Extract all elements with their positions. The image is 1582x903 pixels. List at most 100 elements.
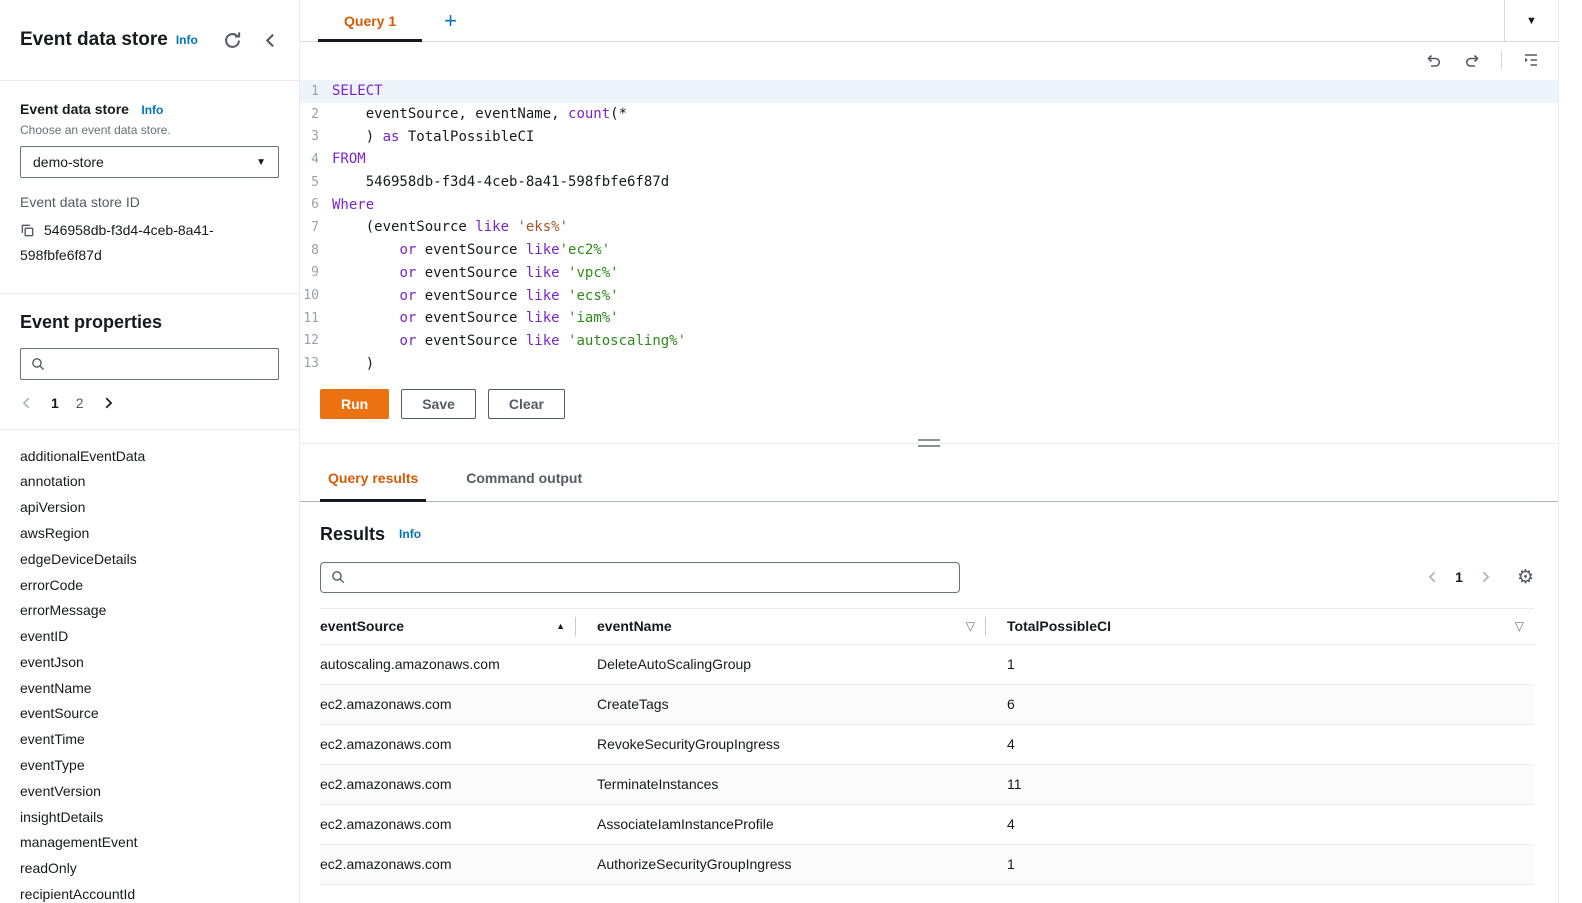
property-item[interactable]: annotation: [20, 469, 279, 495]
refresh-icon[interactable]: [223, 31, 242, 50]
property-item[interactable]: edgeDeviceDetails: [20, 546, 279, 572]
table-cell: 4: [985, 804, 1534, 845]
results-pagination-next-icon[interactable]: [1478, 570, 1492, 584]
table-cell: 4: [985, 724, 1534, 765]
collapse-panel-icon[interactable]: [262, 32, 279, 49]
editor-line[interactable]: 2 eventSource, eventName, count(*: [300, 103, 1558, 126]
property-item[interactable]: readOnly: [20, 855, 279, 881]
property-pagination: 12: [20, 395, 279, 411]
splitter-drag-handle[interactable]: [918, 438, 940, 447]
page-number[interactable]: 2: [76, 395, 84, 411]
editor-line[interactable]: 3 ) as TotalPossibleCI: [300, 125, 1558, 148]
line-number: 6: [311, 197, 319, 213]
page-title-info-link[interactable]: Info: [176, 33, 198, 47]
clear-button[interactable]: Clear: [487, 388, 565, 419]
column-header-eventsource[interactable]: eventSource ▲: [320, 607, 575, 645]
property-item[interactable]: errorMessage: [20, 597, 279, 623]
editor-line[interactable]: 6 Where: [300, 193, 1558, 216]
format-sql-icon[interactable]: [1522, 51, 1540, 69]
column-header-totalpossibleci[interactable]: TotalPossibleCI ▽: [985, 607, 1534, 645]
table-row[interactable]: ec2.amazonaws.com TerminateInstances 11: [320, 764, 1534, 805]
code-text: or eventSource like 'autoscaling%': [399, 332, 687, 349]
editor-line[interactable]: 12 or eventSource like 'autoscaling%': [300, 330, 1558, 353]
table-row[interactable]: ec2.amazonaws.com RevokeSecurityGroupIngr…: [320, 724, 1534, 765]
property-item[interactable]: recipientAccountId: [20, 881, 279, 903]
property-item[interactable]: eventSource: [20, 701, 279, 727]
property-search: [20, 347, 279, 380]
save-button[interactable]: Save: [401, 388, 476, 419]
table-cell: CreateTags: [575, 684, 985, 725]
event-data-store-id-label: Event data store ID: [20, 194, 140, 210]
pagination-prev-icon[interactable]: [20, 396, 34, 410]
property-item[interactable]: eventJson: [20, 649, 279, 675]
editor-line[interactable]: 10 or eventSource like 'ecs%': [300, 284, 1558, 307]
copy-icon[interactable]: [20, 222, 35, 244]
line-number: 12: [303, 333, 319, 349]
line-number: 13: [303, 356, 319, 372]
redo-icon[interactable]: [1463, 51, 1481, 69]
add-query-tab-button[interactable]: +: [444, 9, 457, 32]
page-numbers: 12: [51, 395, 84, 411]
editor-line[interactable]: 7 (eventSource like 'eks%': [300, 216, 1558, 239]
sql-editor[interactable]: 1 SELECT 2 eventSource, eventName, count(*…: [300, 80, 1558, 375]
event-data-store-select[interactable]: demo-store ▼: [20, 146, 279, 178]
table-cell: autoscaling.amazonaws.com: [320, 644, 575, 685]
table-cell: AuthorizeSecurityGroupIngress: [575, 844, 985, 885]
editor-line[interactable]: 4 FROM: [300, 148, 1558, 171]
property-item[interactable]: errorCode: [20, 572, 279, 598]
line-number: 11: [303, 310, 319, 326]
property-item[interactable]: apiVersion: [20, 494, 279, 520]
sidebar: Event data store Info Event data store I…: [0, 0, 300, 903]
page-number[interactable]: 1: [51, 395, 59, 411]
property-item[interactable]: awsRegion: [20, 520, 279, 546]
column-header-eventname[interactable]: eventName ▽: [575, 607, 985, 645]
undo-icon[interactable]: [1425, 51, 1443, 69]
tab-query-1[interactable]: Query 1: [318, 0, 423, 42]
run-button[interactable]: Run: [320, 388, 390, 419]
settings-gear-icon[interactable]: ⚙: [1517, 568, 1534, 587]
property-item[interactable]: eventType: [20, 752, 279, 778]
property-item[interactable]: eventID: [20, 623, 279, 649]
column-label: TotalPossibleCI: [1007, 618, 1111, 635]
table-row[interactable]: ec2.amazonaws.com CreateTags 6: [320, 684, 1534, 725]
filter-icon: ▽: [1514, 619, 1524, 634]
property-item[interactable]: managementEvent: [20, 830, 279, 856]
tab-command-output[interactable]: Command output: [458, 456, 590, 501]
editor-line[interactable]: 11 or eventSource like 'iam%': [300, 307, 1558, 330]
table-cell: TerminateInstances: [575, 764, 985, 805]
event-data-store-help: Choose an event data store.: [20, 123, 171, 137]
table-cell: RevokeSecurityGroupIngress: [575, 724, 985, 765]
editor-line[interactable]: 9 or eventSource like 'vpc%': [300, 262, 1558, 285]
property-item[interactable]: eventName: [20, 675, 279, 701]
property-item[interactable]: additionalEventData: [20, 443, 279, 469]
results-header: Results Info: [320, 524, 1534, 545]
results-search-input[interactable]: [353, 569, 949, 586]
table-row[interactable]: ec2.amazonaws.com AuthorizeSecurityGroupI…: [320, 844, 1534, 885]
query-tab-bar: Query 1 + ▼: [300, 0, 1558, 42]
scrollbar-track[interactable]: [1558, 0, 1582, 903]
property-item[interactable]: insightDetails: [20, 804, 279, 830]
table-cell: 1: [985, 844, 1534, 885]
code-text: or eventSource like'ec2%': [399, 242, 611, 259]
table-cell: ec2.amazonaws.com: [320, 684, 575, 725]
pagination-next-icon[interactable]: [101, 396, 115, 410]
results-info-link[interactable]: Info: [399, 527, 421, 541]
caret-down-icon: ▼: [256, 156, 266, 168]
property-item[interactable]: eventVersion: [20, 778, 279, 804]
results-page-number[interactable]: 1: [1455, 569, 1463, 585]
code-text: ) as TotalPossibleCI: [332, 128, 535, 145]
property-item[interactable]: eventTime: [20, 726, 279, 752]
caret-down-icon: ▼: [1526, 14, 1537, 27]
results-pagination-prev-icon[interactable]: [1426, 570, 1440, 584]
property-search-input[interactable]: [53, 355, 268, 372]
editor-line[interactable]: 13 ): [300, 352, 1558, 375]
editor-line[interactable]: 8 or eventSource like'ec2%': [300, 239, 1558, 262]
table-row[interactable]: autoscaling.amazonaws.com DeleteAutoScali…: [320, 644, 1534, 685]
editor-line[interactable]: 1 SELECT: [300, 80, 1558, 103]
query-options-caret[interactable]: ▼: [1504, 0, 1558, 41]
event-data-store-info-link[interactable]: Info: [141, 103, 163, 117]
tab-query-results[interactable]: Query results: [320, 456, 427, 502]
table-row[interactable]: ec2.amazonaws.com AssociateIamInstancePro…: [320, 804, 1534, 845]
code-text: or eventSource like 'vpc%': [399, 264, 619, 281]
editor-line[interactable]: 5 546958db-f3d4-4ceb-8a41-598fbfe6f87d: [300, 171, 1558, 194]
